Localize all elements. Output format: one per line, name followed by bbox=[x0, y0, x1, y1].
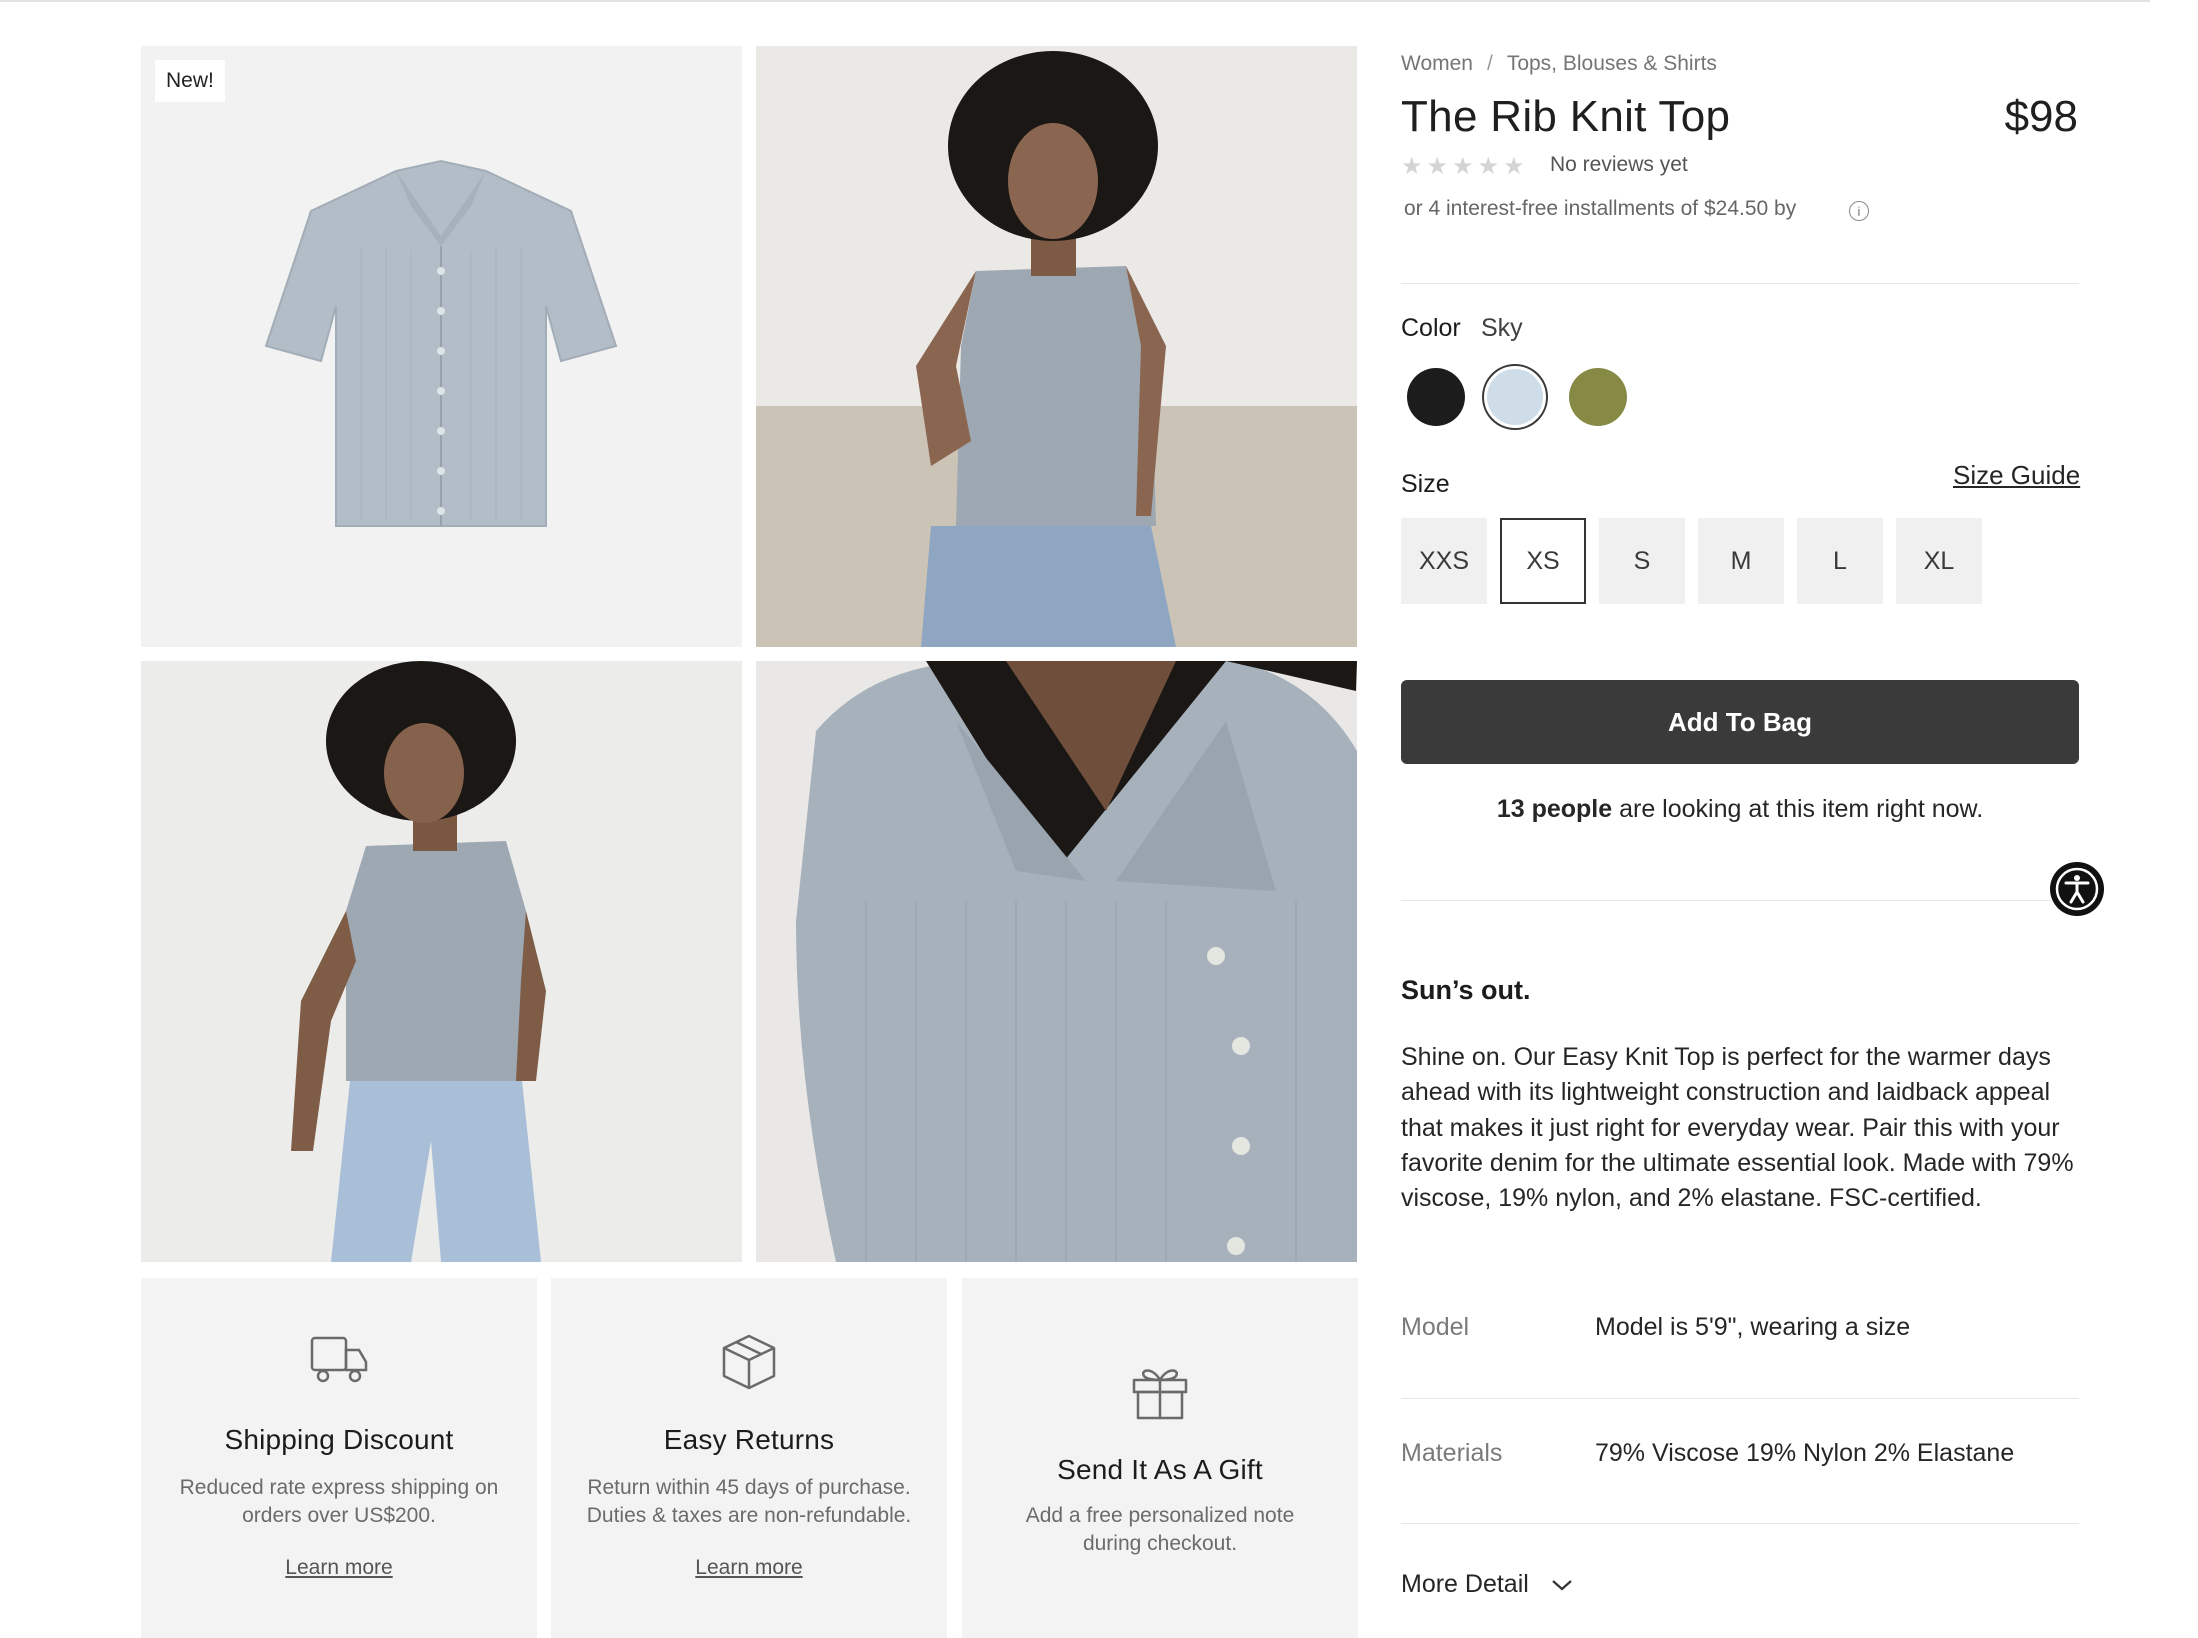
feature-text: Return within 45 days of purchase. Dutie… bbox=[586, 1476, 912, 1527]
product-image-flatlay[interactable]: New! bbox=[141, 46, 742, 647]
product-image-model-standing[interactable] bbox=[141, 661, 742, 1262]
feature-title: Send It As A Gift bbox=[1057, 1454, 1263, 1485]
breadcrumb-tops[interactable]: Tops, Blouses & Shirts bbox=[1507, 52, 1717, 75]
product-image-closeup[interactable] bbox=[756, 661, 1357, 1262]
detail-value-materials: 79% Viscose 19% Nylon 2% Elastane bbox=[1595, 1439, 2015, 1467]
color-label: Color bbox=[1401, 314, 1461, 342]
size-option-xl[interactable]: XL bbox=[1896, 518, 1982, 604]
gift-icon bbox=[1132, 1369, 1188, 1420]
color-swatch-sky[interactable] bbox=[1484, 366, 1546, 428]
description-heading: Sun’s out. bbox=[1401, 975, 1531, 1005]
model-standing-illustration bbox=[291, 661, 546, 1262]
breadcrumb-women[interactable]: Women bbox=[1401, 52, 1473, 75]
feature-card-returns: Easy Returns Return within 45 days of pu… bbox=[551, 1278, 947, 1638]
info-icon[interactable]: i bbox=[1849, 201, 1869, 221]
accessibility-icon bbox=[2055, 867, 2099, 911]
divider bbox=[1401, 1398, 2079, 1399]
size-option-m[interactable]: M bbox=[1698, 518, 1784, 604]
feature-title: Easy Returns bbox=[663, 1424, 835, 1455]
feature-text: Reduced rate express shipping on orders … bbox=[179, 1476, 499, 1527]
size-label: Size bbox=[1401, 470, 1450, 498]
product-title: The Rib Knit Top bbox=[1401, 92, 1731, 141]
star-icon: ★ bbox=[1452, 153, 1478, 180]
breadcrumb-separator: / bbox=[1486, 52, 1493, 75]
model-seated-illustration bbox=[756, 46, 1357, 647]
closeup-illustration bbox=[796, 661, 1357, 1262]
divider bbox=[1401, 283, 2079, 284]
description-body: Shine on. Our Easy Knit Top is perfect f… bbox=[1401, 1043, 2074, 1213]
size-option-s[interactable]: S bbox=[1599, 518, 1685, 604]
product-price: $98 bbox=[2004, 92, 2078, 141]
color-swatch-black[interactable] bbox=[1407, 368, 1465, 426]
more-detail-toggle[interactable]: More Detail bbox=[1401, 1570, 1574, 1599]
size-option-xxs[interactable]: XXS bbox=[1401, 518, 1487, 604]
truck-icon bbox=[310, 1336, 368, 1383]
size-option-xs[interactable]: XS bbox=[1500, 518, 1586, 604]
divider bbox=[1401, 1523, 2079, 1524]
star-rating[interactable]: ★★★★★ bbox=[1401, 152, 1529, 181]
product-image-model-seated[interactable] bbox=[756, 46, 1357, 647]
viewers-notice: 13 people are looking at this item right… bbox=[1401, 795, 2079, 824]
installments-text: or 4 interest-free installments of $24.5… bbox=[1404, 197, 1797, 220]
feature-card-shipping: Shipping Discount Reduced rate express s… bbox=[141, 1278, 537, 1638]
detail-key-model: Model bbox=[1401, 1313, 1470, 1341]
size-guide-link[interactable]: Size Guide bbox=[1953, 460, 2080, 491]
viewers-text: are looking at this item right now. bbox=[1612, 795, 1984, 823]
shirt-flatlay-illustration bbox=[264, 159, 618, 527]
reviews-count[interactable]: No reviews yet bbox=[1550, 153, 1688, 177]
divider bbox=[1401, 900, 2051, 901]
detail-value-model: Model is 5'9", wearing a size bbox=[1595, 1313, 1911, 1341]
star-icon: ★ bbox=[1401, 153, 1427, 180]
breadcrumb: Women / Tops, Blouses & Shirts bbox=[1401, 52, 1717, 76]
detail-key-materials: Materials bbox=[1401, 1439, 1503, 1467]
size-option-l[interactable]: L bbox=[1797, 518, 1883, 604]
star-icon: ★ bbox=[1503, 153, 1529, 180]
new-badge: New! bbox=[155, 60, 225, 102]
color-swatch-olive[interactable] bbox=[1569, 368, 1627, 426]
accessibility-button[interactable] bbox=[2050, 862, 2104, 916]
chevron-down-icon bbox=[1552, 1580, 1572, 1591]
box-icon bbox=[722, 1334, 776, 1390]
feature-title: Shipping Discount bbox=[224, 1424, 454, 1455]
top-border bbox=[0, 0, 2150, 2]
learn-more-link[interactable]: Learn more bbox=[141, 1556, 537, 1580]
learn-more-link[interactable]: Learn more bbox=[551, 1556, 947, 1580]
more-detail-label: More Detail bbox=[1401, 1570, 1529, 1598]
star-icon: ★ bbox=[1426, 153, 1453, 180]
star-icon: ★ bbox=[1477, 153, 1504, 180]
feature-text: Add a free personalized note during chec… bbox=[1025, 1504, 1295, 1555]
viewers-count: 13 people bbox=[1496, 795, 1613, 823]
add-to-bag-button[interactable]: Add To Bag bbox=[1401, 680, 2079, 764]
color-value: Sky bbox=[1481, 314, 1523, 342]
feature-card-gift: Send It As A Gift Add a free personalize… bbox=[962, 1278, 1358, 1638]
